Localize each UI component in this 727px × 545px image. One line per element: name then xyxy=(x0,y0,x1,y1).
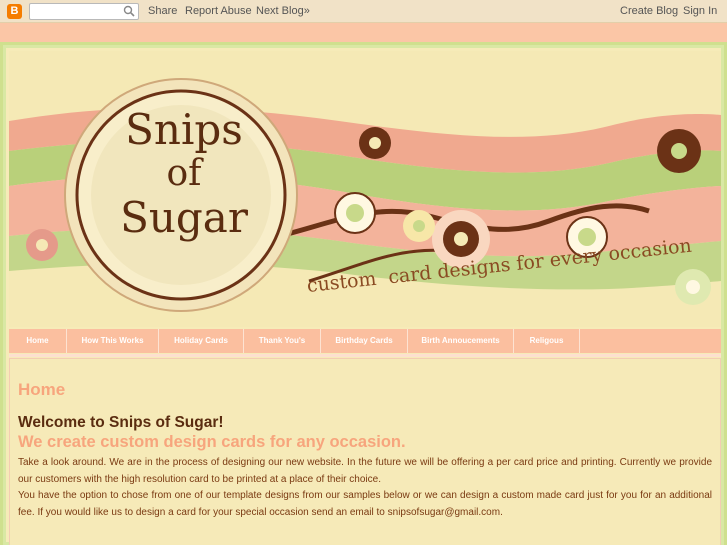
options-paragraph: You have the option to chose from one of… xyxy=(18,490,712,518)
menu-item-how-this-works[interactable]: How This Works xyxy=(67,329,159,353)
create-blog-link[interactable]: Create Blog xyxy=(620,5,678,17)
flower-decoration-6 xyxy=(26,229,58,261)
blog-logo: Snips of Sugar xyxy=(109,106,259,306)
main-menu: Home How This Works Holiday Cards Thank … xyxy=(9,329,721,353)
flower-decoration-1 xyxy=(359,127,391,159)
search-box xyxy=(29,3,139,22)
intro-paragraph: Take a look around. We are in the proces… xyxy=(18,457,712,485)
page-frame: Snips of Sugar custom card designs for e… xyxy=(3,45,724,545)
report-abuse-link[interactable]: Report Abuse xyxy=(185,5,252,17)
welcome-heading: Welcome to Snips of Sugar! xyxy=(18,414,224,431)
flower-decoration-2 xyxy=(334,192,376,234)
menu-item-religous[interactable]: Religous xyxy=(514,329,580,353)
logo-line-1: Snips xyxy=(125,105,243,154)
menu-item-birthday-cards[interactable]: Birthday Cards xyxy=(321,329,408,353)
search-icon[interactable] xyxy=(123,5,135,17)
logo-line-3: Sugar xyxy=(120,193,248,242)
next-blog-link[interactable]: Next Blog» xyxy=(256,5,310,17)
blogger-navbar: B Share Report Abuse Next Blog» Create B… xyxy=(0,0,727,23)
flower-decoration-5 xyxy=(657,129,701,173)
top-pink-band xyxy=(0,23,727,42)
page-title: Home xyxy=(18,380,66,399)
tagline-heading: We create custom design cards for any oc… xyxy=(18,433,406,451)
menu-item-home[interactable]: Home xyxy=(9,329,67,353)
logo-line-2: of xyxy=(166,153,202,194)
menu-item-thank-yous[interactable]: Thank You's xyxy=(244,329,321,353)
flower-decoration-8 xyxy=(675,269,711,305)
sign-in-link[interactable]: Sign In xyxy=(683,5,717,17)
menu-item-holiday-cards[interactable]: Holiday Cards xyxy=(159,329,244,353)
share-link[interactable]: Share xyxy=(148,5,177,17)
main-content: Home Welcome to Snips of Sugar! We creat… xyxy=(9,358,721,545)
flower-decoration-7 xyxy=(403,210,435,242)
menu-underline xyxy=(9,354,721,357)
blogger-logo-icon[interactable]: B xyxy=(7,4,22,19)
menu-item-birth-announcements[interactable]: Birth Annoucements xyxy=(408,329,514,353)
search-input[interactable] xyxy=(30,6,122,22)
blog-header[interactable]: Snips of Sugar custom card designs for e… xyxy=(9,51,721,327)
